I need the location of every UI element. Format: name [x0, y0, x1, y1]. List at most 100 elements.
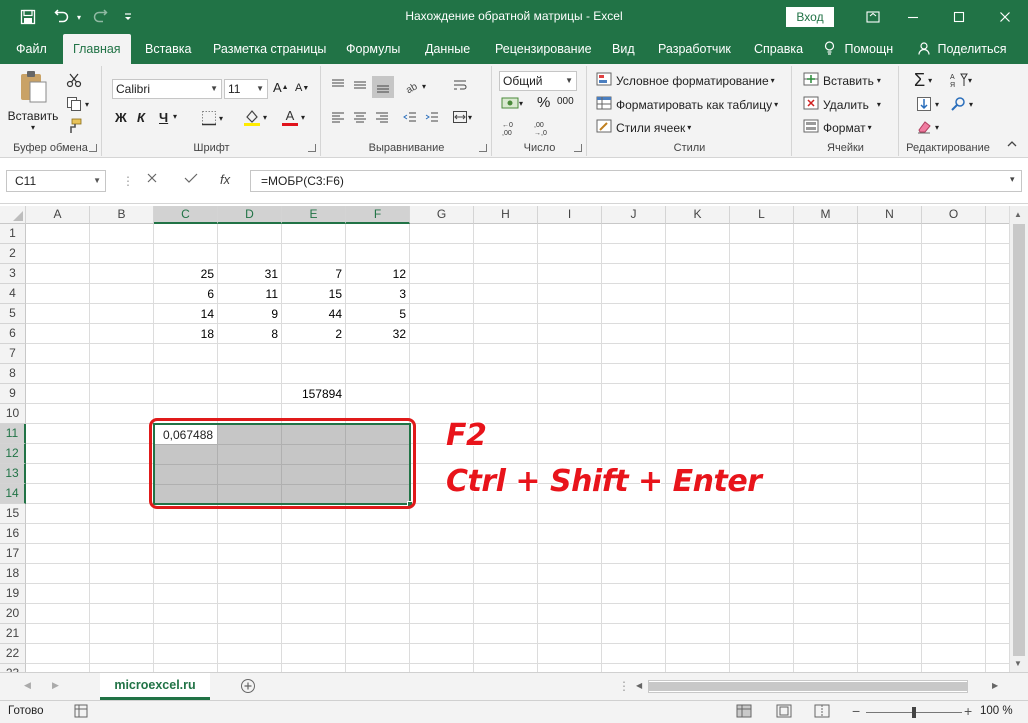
cancel-entry-icon[interactable] [146, 172, 158, 184]
align-right-icon[interactable] [374, 110, 390, 124]
number-format-combo[interactable]: Общий ▼ [499, 71, 577, 91]
sheet-tab-microexcel[interactable]: microexcel.ru [100, 673, 210, 700]
page-break-view-icon[interactable] [814, 704, 830, 718]
undo-dropdown-icon[interactable]: ▾ [74, 0, 84, 34]
column-header[interactable]: B [90, 206, 154, 224]
italic-button[interactable]: К [137, 110, 145, 125]
horizontal-scrollbar[interactable] [648, 680, 968, 693]
row-header[interactable]: 1 [0, 224, 26, 244]
row-header[interactable]: 19 [0, 584, 26, 604]
increase-font-icon[interactable]: A ▲ [273, 80, 289, 95]
save-icon[interactable] [14, 0, 42, 34]
cut-icon[interactable] [66, 72, 82, 88]
row-header[interactable]: 5 [0, 304, 26, 324]
tab-data[interactable]: Данные [425, 34, 470, 64]
cell-styles-button[interactable]: Стили ячеек ▾ [596, 119, 691, 136]
column-header[interactable]: D [218, 206, 282, 224]
number-launcher-icon[interactable] [574, 144, 582, 152]
row-header[interactable]: 18 [0, 564, 26, 584]
row-header[interactable]: 8 [0, 364, 26, 384]
next-sheet-icon[interactable]: ▶ [52, 680, 59, 691]
decrease-indent-icon[interactable] [402, 110, 418, 124]
vertical-scroll-thumb[interactable] [1013, 224, 1025, 656]
column-header[interactable]: J [602, 206, 666, 224]
zoom-slider[interactable] [866, 707, 962, 718]
row-header[interactable]: 16 [0, 524, 26, 544]
cell-c3[interactable]: 25 [154, 264, 218, 284]
cell-e6[interactable]: 2 [282, 324, 346, 344]
increase-decimal-icon[interactable]: ←0,00 [501, 120, 523, 136]
prev-sheet-icon[interactable]: ◀ [24, 680, 31, 691]
insert-cells-button[interactable]: Вставить ▾ [803, 72, 881, 89]
wrap-text-icon[interactable] [452, 78, 468, 92]
select-all-corner[interactable] [0, 206, 26, 224]
decrease-decimal-icon[interactable]: ,00 →,0 [533, 120, 555, 136]
row-header[interactable]: 23 [0, 664, 26, 672]
formula-input[interactable]: =МОБР(C3:F6) [250, 170, 1022, 192]
close-icon[interactable] [982, 0, 1028, 34]
column-header[interactable]: M [794, 206, 858, 224]
align-bottom-icon[interactable] [372, 76, 394, 98]
zoom-level[interactable]: 100 % [980, 705, 1013, 717]
row-header[interactable]: 13 [0, 464, 26, 484]
clipboard-launcher-icon[interactable] [89, 144, 97, 152]
decrease-font-icon[interactable]: A ▼ [295, 82, 309, 94]
delete-cells-button[interactable]: Удалить ▾ [803, 96, 881, 113]
scroll-left-icon[interactable]: ◀ [636, 681, 642, 690]
format-as-table-button[interactable]: Форматировать как таблицу ▾ [596, 96, 778, 113]
zoom-out-icon[interactable]: − [852, 703, 860, 719]
tab-home[interactable]: Главная [63, 34, 131, 64]
format-cells-button[interactable]: Формат ▾ [803, 119, 872, 136]
cell-e9[interactable]: 157894 [282, 384, 346, 404]
paste-button[interactable]: Вставить ▾ [8, 70, 58, 132]
column-header[interactable]: E [282, 206, 346, 224]
autosum-icon[interactable]: Σ ▾ [914, 70, 932, 91]
find-select-icon[interactable]: ▾ [950, 96, 973, 112]
tab-file[interactable]: Файл [16, 34, 47, 64]
tab-formulas[interactable]: Формулы [346, 34, 400, 64]
format-painter-icon[interactable] [66, 118, 82, 134]
row-header[interactable]: 15 [0, 504, 26, 524]
cell-d3[interactable]: 31 [218, 264, 282, 284]
cell-f4[interactable]: 3 [346, 284, 410, 304]
tab-page-layout[interactable]: Разметка страницы [213, 34, 326, 64]
row-header[interactable]: 2 [0, 244, 26, 264]
vertical-scrollbar[interactable]: ▲ ▼ [1009, 206, 1028, 672]
scroll-right-icon[interactable]: ▶ [992, 681, 998, 690]
percent-button[interactable]: % [537, 94, 550, 111]
borders-icon[interactable]: ▾ [201, 110, 223, 126]
clear-icon[interactable]: ▾ [916, 120, 939, 134]
tab-tell-me[interactable]: Помощн [824, 34, 893, 64]
add-sheet-icon[interactable] [240, 678, 256, 694]
row-header[interactable]: 12 [0, 444, 26, 464]
column-header[interactable]: C [154, 206, 218, 224]
sort-filter-icon[interactable]: A Я ▾ [950, 72, 972, 88]
zoom-slider-thumb[interactable] [912, 707, 916, 718]
font-name-combo[interactable]: Calibri ▼ [112, 79, 222, 99]
tab-help[interactable]: Справка [754, 34, 803, 64]
cell-f3[interactable]: 12 [346, 264, 410, 284]
cell-f5[interactable]: 5 [346, 304, 410, 324]
cell-f6[interactable]: 32 [346, 324, 410, 344]
expand-formula-bar-icon[interactable]: ▾ [1010, 174, 1015, 185]
underline-button[interactable]: Ч [159, 110, 168, 125]
underline-dropdown-icon[interactable]: ▾ [173, 112, 177, 121]
column-header[interactable]: G [410, 206, 474, 224]
insert-function-icon[interactable]: fx [220, 172, 230, 187]
page-layout-view-icon[interactable] [776, 704, 792, 718]
alignment-launcher-icon[interactable] [479, 144, 487, 152]
fill-color-icon[interactable]: ▾ [243, 108, 267, 126]
confirm-entry-icon[interactable] [184, 172, 198, 184]
cell-e4[interactable]: 15 [282, 284, 346, 304]
column-header[interactable]: I [538, 206, 602, 224]
tab-view[interactable]: Вид [612, 34, 635, 64]
align-left-icon[interactable] [330, 110, 346, 124]
macro-record-icon[interactable] [74, 704, 88, 718]
row-header[interactable]: 20 [0, 604, 26, 624]
cell-d4[interactable]: 11 [218, 284, 282, 304]
customize-icon[interactable] [120, 0, 136, 34]
scroll-down-icon[interactable]: ▼ [1014, 659, 1022, 668]
row-header[interactable]: 6 [0, 324, 26, 344]
row-header[interactable]: 10 [0, 404, 26, 424]
cell-d5[interactable]: 9 [218, 304, 282, 324]
